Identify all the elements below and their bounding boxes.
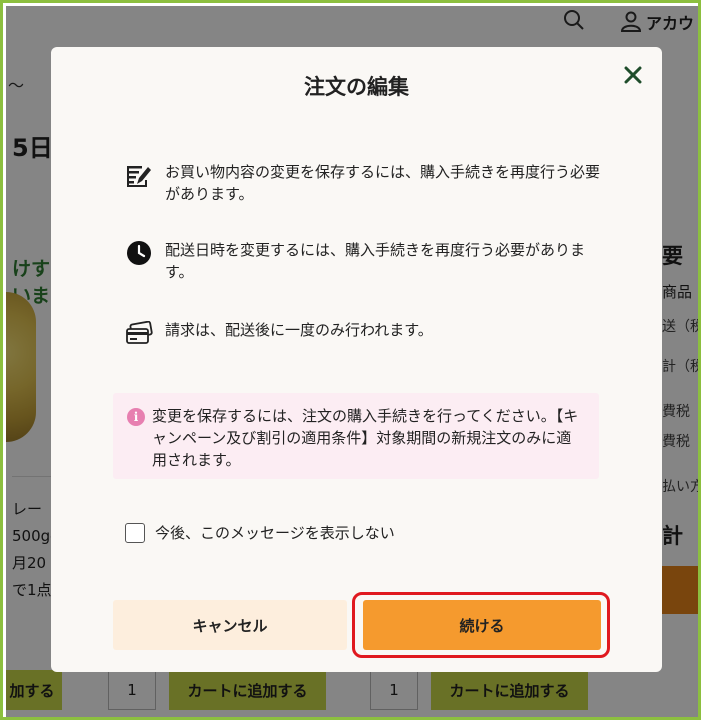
modal-title: 注文の編集 [304, 75, 409, 99]
cancel-button[interactable]: キャンセル [113, 600, 347, 650]
close-icon [624, 66, 642, 84]
edit-icon [125, 161, 153, 189]
info-item-cart-change: お買い物内容の変更を保存するには、購入手続きを再度行う必要があります。 [125, 161, 605, 205]
info-text: お買い物内容の変更を保存するには、購入手続きを再度行う必要があります。 [165, 163, 601, 203]
screenshot-frame: アカウ 〜 5日 けする います レー 500g- 月20 で1点 要 商品 送… [0, 0, 701, 720]
credit-card-icon [125, 319, 153, 347]
dont-show-again-option[interactable]: 今後、このメッセージを表示しない [125, 522, 395, 543]
clock-icon [125, 239, 153, 267]
notice-text: 変更を保存するには、注文の購入手続きを行ってください。【キャンペーン及び割引の適… [152, 407, 579, 469]
info-item-billing: 請求は、配送後に一度のみ行われます。 [125, 319, 605, 347]
info-icon: i [127, 408, 145, 426]
edit-order-modal: 注文の編集 お買い物内容の変更を保存するには、購入手続きを再度行う必要があります… [51, 47, 662, 672]
checkbox-label: 今後、このメッセージを表示しない [155, 524, 395, 542]
close-button[interactable] [621, 63, 645, 87]
dont-show-again-checkbox[interactable] [125, 522, 145, 543]
campaign-notice: i 変更を保存するには、注文の購入手続きを行ってください。【キャンペーン及び割引… [113, 393, 599, 479]
info-text: 請求は、配送後に一度のみ行われます。 [165, 321, 433, 339]
continue-button[interactable]: 続ける [363, 600, 601, 650]
info-text: 配送日時を変更するには、購入手続きを再度行う必要があります。 [165, 241, 586, 281]
info-item-delivery-change: 配送日時を変更するには、購入手続きを再度行う必要があります。 [125, 239, 605, 283]
